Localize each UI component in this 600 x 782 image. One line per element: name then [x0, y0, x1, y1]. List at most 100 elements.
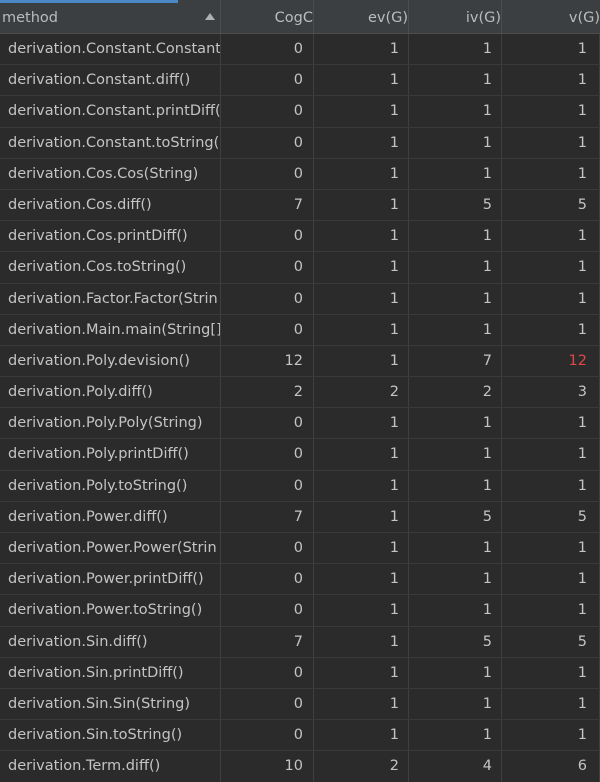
- sort-ascending-icon: [205, 13, 215, 20]
- iv-cell: 2: [409, 377, 502, 408]
- table-row[interactable]: derivation.Cos.printDiff() 0 1 1 1: [0, 221, 600, 253]
- method-cell: derivation.Poly.devision(): [0, 345, 221, 377]
- table-row[interactable]: derivation.Poly.devision() 12 1 7 12: [0, 345, 600, 378]
- ev-cell: 1: [314, 720, 409, 751]
- v-cell: 6: [502, 751, 600, 782]
- column-header-method[interactable]: method: [0, 0, 221, 33]
- metrics-table: method CogC ev(G) iv(G) v(G) derivation.…: [0, 0, 600, 782]
- table-row[interactable]: derivation.Power.diff() 7 1 5 5: [0, 501, 600, 533]
- method-cell: derivation.Factor.Factor(Strin: [0, 283, 221, 314]
- cogc-cell: 0: [221, 252, 314, 283]
- table-row[interactable]: derivation.Sin.printDiff() 0 1 1 1: [0, 657, 600, 689]
- table-row[interactable]: derivation.Poly.Poly(String) 0 1 1 1: [0, 408, 600, 440]
- ev-cell: 1: [314, 96, 409, 127]
- v-cell: 1: [502, 439, 600, 470]
- table-row[interactable]: derivation.Sin.Sin(String) 0 1 1 1: [0, 688, 600, 721]
- column-header-cogc[interactable]: CogC: [221, 0, 314, 33]
- table-row[interactable]: derivation.Sin.diff() 7 1 5 5: [0, 626, 600, 658]
- iv-cell: 5: [409, 626, 502, 657]
- cogc-cell: 0: [221, 439, 314, 470]
- table-row[interactable]: derivation.Constant.Constant 0 1 1 1: [0, 34, 600, 66]
- iv-cell: 1: [409, 252, 502, 283]
- ev-cell: 1: [314, 626, 409, 657]
- table-row[interactable]: derivation.Constant.toString(0 1 1 1: [0, 127, 600, 159]
- cogc-cell: 10: [221, 751, 314, 782]
- method-cell: derivation.Sin.diff(): [0, 626, 221, 657]
- iv-cell: 1: [409, 65, 502, 96]
- iv-cell: 1: [409, 720, 502, 751]
- method-cell: derivation.Constant.toString(: [0, 127, 221, 158]
- column-header-label: v(G): [568, 10, 600, 26]
- method-cell: derivation.Poly.printDiff(): [0, 439, 221, 470]
- ev-cell: 1: [314, 34, 409, 65]
- table-row[interactable]: derivation.Main.main(String[] 0 1 1 1: [0, 314, 600, 346]
- v-cell: 1: [502, 283, 600, 314]
- column-header-ev[interactable]: ev(G): [314, 0, 409, 33]
- column-header-v[interactable]: v(G): [502, 0, 600, 33]
- ev-cell: 1: [314, 345, 409, 377]
- iv-cell: 1: [409, 595, 502, 626]
- ev-cell: 1: [314, 158, 409, 189]
- v-cell: 1: [502, 252, 600, 283]
- ev-cell: 1: [314, 501, 409, 532]
- table-row[interactable]: derivation.Cos.Cos(String) 0 1 1 1: [0, 158, 600, 190]
- method-cell: derivation.Sin.toString(): [0, 720, 221, 751]
- iv-cell: 4: [409, 751, 502, 782]
- v-cell: 1: [502, 470, 600, 501]
- method-cell: derivation.Cos.printDiff(): [0, 221, 221, 252]
- method-cell: derivation.Power.printDiff(): [0, 564, 221, 595]
- iv-cell: 7: [409, 345, 502, 377]
- method-cell: derivation.Power.Power(Strin: [0, 533, 221, 564]
- column-header-label: iv(G): [465, 10, 501, 26]
- v-cell: 5: [502, 189, 600, 221]
- v-cell: 5: [502, 501, 600, 532]
- v-cell: 1: [502, 65, 600, 96]
- v-cell: 1: [502, 127, 600, 158]
- method-cell: derivation.Poly.toString(): [0, 470, 221, 501]
- cogc-cell: 0: [221, 96, 314, 127]
- cogc-cell: 0: [221, 720, 314, 751]
- ev-cell: 1: [314, 657, 409, 688]
- iv-cell: 1: [409, 688, 502, 720]
- table-row[interactable]: derivation.Poly.diff() 2 2 2 3: [0, 377, 600, 409]
- method-cell: derivation.Cos.toString(): [0, 252, 221, 283]
- method-cell: derivation.Power.diff(): [0, 501, 221, 532]
- cogc-cell: 0: [221, 158, 314, 189]
- cogc-cell: 7: [221, 189, 314, 221]
- ev-cell: 1: [314, 595, 409, 626]
- cogc-cell: 0: [221, 221, 314, 252]
- table-row[interactable]: derivation.Cos.diff() 7 1 5 5: [0, 189, 600, 222]
- table-row[interactable]: derivation.Sin.toString() 0 1 1 1: [0, 720, 600, 752]
- table-row[interactable]: derivation.Cos.toString() 0 1 1 1: [0, 252, 600, 284]
- table-row[interactable]: derivation.Poly.toString() 0 1 1 1: [0, 470, 600, 502]
- method-cell: derivation.Sin.printDiff(): [0, 657, 221, 688]
- table-header: method CogC ev(G) iv(G) v(G): [0, 0, 600, 34]
- cogc-cell: 0: [221, 470, 314, 501]
- cogc-cell: 0: [221, 595, 314, 626]
- ev-cell: 1: [314, 221, 409, 252]
- table-row[interactable]: derivation.Term.diff() 10 2 4 6: [0, 751, 600, 782]
- table-row[interactable]: derivation.Factor.Factor(Strin 0 1 1 1: [0, 283, 600, 315]
- v-cell: 1: [502, 221, 600, 252]
- method-cell: derivation.Constant.Constant: [0, 34, 221, 65]
- table-row[interactable]: derivation.Power.toString() 0 1 1 1: [0, 595, 600, 627]
- table-row[interactable]: derivation.Poly.printDiff() 0 1 1 1: [0, 439, 600, 471]
- column-header-iv[interactable]: iv(G): [409, 0, 502, 33]
- column-header-label: ev(G): [367, 10, 408, 26]
- table-row[interactable]: derivation.Power.Power(Strin 0 1 1 1: [0, 533, 600, 565]
- method-cell: derivation.Poly.diff(): [0, 377, 221, 408]
- v-cell: 1: [502, 408, 600, 439]
- ev-cell: 1: [314, 127, 409, 158]
- iv-cell: 1: [409, 470, 502, 501]
- iv-cell: 1: [409, 221, 502, 252]
- method-cell: derivation.Cos.diff(): [0, 189, 221, 221]
- v-cell: 1: [502, 314, 600, 345]
- table-row[interactable]: derivation.Power.printDiff() 0 1 1 1: [0, 564, 600, 596]
- ev-cell: 1: [314, 189, 409, 221]
- table-row[interactable]: derivation.Constant.diff() 0 1 1 1: [0, 65, 600, 97]
- table-row[interactable]: derivation.Constant.printDiff(0 1 1 1: [0, 96, 600, 128]
- method-cell: derivation.Main.main(String[]: [0, 314, 221, 345]
- v-cell: 1: [502, 564, 600, 595]
- iv-cell: 1: [409, 96, 502, 127]
- cogc-cell: 7: [221, 501, 314, 532]
